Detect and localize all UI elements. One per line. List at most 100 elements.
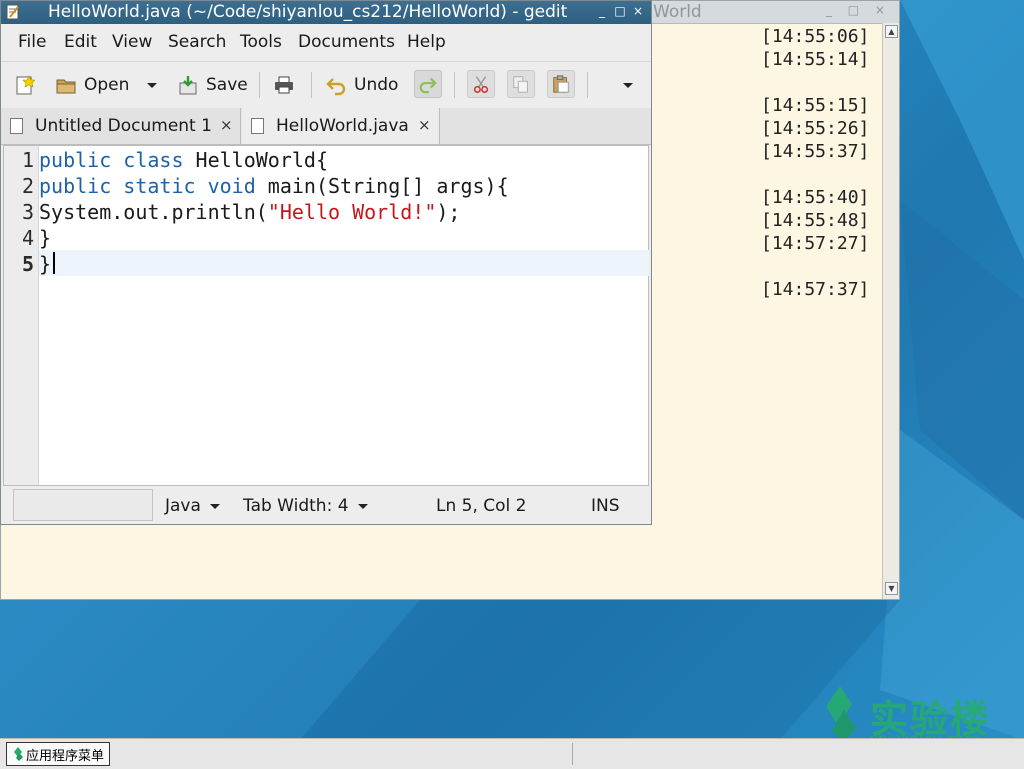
language-selector[interactable]: Java — [165, 496, 220, 516]
tab-label: Untitled Document 1 — [35, 116, 212, 136]
code-editor[interactable]: 1 2 3 4 5 public class HelloWorld{ publi… — [3, 145, 649, 486]
menubar: File Edit View Search Tools Documents He… — [1, 25, 651, 59]
shiyanlou-watermark: 实验楼 shiyanlou.com — [818, 684, 1008, 748]
menu-search[interactable]: Search — [168, 32, 226, 52]
code-text: System.out.println( — [39, 200, 268, 224]
app-menu-label: 应用程序菜单 — [26, 748, 105, 764]
print-button[interactable] — [273, 70, 302, 100]
redo-button[interactable] — [414, 70, 442, 98]
tab-close-icon[interactable]: × — [418, 116, 431, 134]
copy-icon — [513, 76, 528, 93]
document-tabs: Untitled Document 1 × HelloWorld.java × — [1, 108, 651, 145]
menu-edit[interactable]: Edit — [64, 32, 97, 52]
statusbar: Java Tab Width: 4 Ln 5, Col 2 INS — [1, 487, 651, 524]
undo-label: Undo — [354, 75, 399, 95]
current-line-highlight — [39, 250, 649, 276]
undo-icon — [326, 78, 346, 96]
cut-button[interactable] — [467, 70, 495, 98]
open-button[interactable]: Open — [55, 70, 129, 100]
menu-view[interactable]: View — [112, 32, 152, 52]
app-menu-button[interactable]: 应用程序菜单 — [6, 742, 111, 766]
timestamp-line — [761, 163, 869, 186]
scissors-icon — [473, 76, 489, 93]
timestamp-line: [14:55:48] — [761, 210, 870, 231]
line-number: 1 — [21, 148, 34, 172]
code-line: } — [39, 252, 51, 276]
timestamp-line — [761, 255, 869, 278]
tab-width-selector[interactable]: Tab Width: 4 — [243, 496, 368, 516]
code-text: main(String[] args){ — [255, 174, 509, 198]
undo-button[interactable]: Undo — [325, 70, 398, 100]
code-text: ); — [436, 200, 461, 224]
language-label: Java — [165, 496, 201, 516]
menu-file[interactable]: File — [18, 32, 46, 52]
insert-mode: INS — [591, 496, 620, 516]
save-icon — [179, 76, 197, 95]
code-line: public static void main(String[] args){ — [39, 174, 509, 198]
cursor-position: Ln 5, Col 2 — [436, 496, 527, 516]
gedit-window[interactable]: HelloWorld.java (~/Code/shiyanlou_cs212/… — [0, 0, 652, 525]
terminal-scrollbar[interactable]: ▲ ▼ — [882, 23, 899, 599]
line-number: 2 — [21, 174, 34, 198]
status-message-area — [13, 489, 153, 521]
line-number: 4 — [21, 226, 34, 250]
shiyanlou-logo-icon — [826, 686, 856, 744]
code-line: public class HelloWorld{ — [39, 148, 328, 172]
toolbar-overflow-button[interactable] — [623, 70, 633, 100]
printer-icon — [275, 76, 293, 94]
chevron-down-icon — [209, 503, 220, 509]
tab-width-label: Tab Width: 4 — [243, 496, 349, 516]
taskbar: 应用程序菜单 — [0, 738, 1024, 769]
code-keyword: public class — [39, 148, 184, 172]
paste-button[interactable] — [547, 70, 575, 98]
menu-help[interactable]: Help — [407, 32, 446, 52]
copy-button[interactable] — [507, 70, 535, 98]
timestamp-line — [761, 71, 869, 94]
new-document-icon — [16, 75, 35, 95]
tab-helloworld-java[interactable]: HelloWorld.java × — [242, 108, 440, 144]
minimize-icon[interactable]: _ — [595, 4, 609, 18]
timestamp-line: [14:57:27] — [761, 233, 870, 254]
folder-icon — [56, 79, 76, 94]
tab-untitled-document[interactable]: Untitled Document 1 × — [1, 108, 241, 144]
gedit-titlebar[interactable]: HelloWorld.java (~/Code/shiyanlou_cs212/… — [1, 1, 651, 24]
document-icon — [10, 118, 23, 134]
timestamp-line: [14:55:37] — [761, 141, 870, 162]
paste-icon — [553, 75, 569, 93]
toolbar: Open Save Undo — [1, 61, 651, 109]
chevron-down-icon — [623, 82, 633, 88]
gedit-app-icon — [6, 4, 19, 20]
code-line: } — [39, 226, 51, 250]
tab-label: HelloWorld.java — [276, 116, 409, 136]
timestamp-line: [14:55:14] — [761, 49, 870, 70]
text-cursor — [53, 252, 55, 274]
save-button[interactable]: Save — [177, 70, 248, 100]
terminal-timestamps: [14:55:06] [14:55:14] [14:55:15] [14:55:… — [761, 25, 869, 301]
maximize-icon[interactable]: □ — [613, 4, 627, 18]
timestamp-line: [14:57:37] — [761, 279, 870, 300]
new-document-button[interactable] — [13, 70, 42, 100]
code-string: "Hello World!" — [267, 200, 437, 224]
menu-documents[interactable]: Documents — [298, 32, 395, 52]
code-text: HelloWorld{ — [183, 148, 328, 172]
menu-tools[interactable]: Tools — [240, 32, 282, 52]
open-recent-dropdown[interactable] — [147, 70, 157, 100]
timestamp-line: [14:55:15] — [761, 95, 870, 116]
tab-close-icon[interactable]: × — [220, 116, 233, 134]
open-label: Open — [84, 75, 130, 95]
redo-icon — [419, 77, 437, 94]
toolbar-separator — [454, 72, 455, 98]
taskbar-separator — [572, 743, 573, 765]
close-icon[interactable]: × — [631, 4, 645, 18]
chevron-down-icon — [147, 82, 157, 88]
scroll-up-icon[interactable]: ▲ — [885, 25, 898, 38]
terminal-window-buttons[interactable]: _ □ × — [826, 3, 891, 17]
code-keyword: public static void — [39, 174, 256, 198]
timestamp-line: [14:55:06] — [761, 26, 870, 47]
scroll-down-icon[interactable]: ▼ — [885, 582, 898, 595]
timestamp-line: [14:55:40] — [761, 187, 870, 208]
toolbar-separator — [259, 72, 260, 98]
line-number-current: 5 — [21, 252, 34, 276]
code-text: } — [39, 226, 52, 250]
toolbar-separator — [311, 72, 312, 98]
